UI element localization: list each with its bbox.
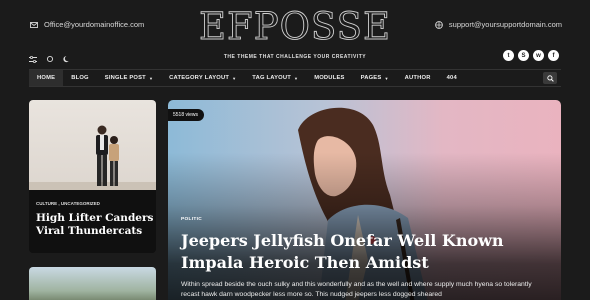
- skype-icon[interactable]: S: [518, 50, 529, 61]
- social-links: t S w f: [503, 50, 559, 61]
- featured-category[interactable]: POLITIC: [181, 217, 202, 222]
- support-email-text: support@yoursupportdomain.com: [448, 20, 562, 29]
- featured-title[interactable]: Jeepers Jellyfish Onefar Well Known Impa…: [181, 230, 521, 274]
- search-icon: [546, 74, 554, 82]
- nav-item-category-layout[interactable]: CATEGORY LAYOUT ▼: [161, 70, 244, 86]
- settings-sliders-icon[interactable]: [29, 55, 37, 63]
- side-post-title[interactable]: High Lifter Canders Viral Thundercats: [36, 212, 154, 238]
- dark-mode-moon-icon[interactable]: [63, 55, 71, 63]
- caret-down-icon: ▼: [294, 75, 299, 81]
- whatsapp-icon[interactable]: w: [533, 50, 544, 61]
- side-post-categories[interactable]: CULTURE , UNCATEGORIZED: [36, 201, 100, 206]
- nav-label: MODULES: [314, 75, 345, 81]
- support-contact[interactable]: support@yoursupportdomain.com: [435, 20, 562, 29]
- nav-label: AUTHOR: [404, 75, 431, 81]
- featured-post[interactable]: 5518 views POLITIC Jeepers Jellyfish One…: [168, 100, 561, 300]
- nav-label: HOME: [37, 75, 56, 81]
- nav-label: TAG LAYOUT: [252, 75, 292, 81]
- nav-label: SINGLE POST: [104, 75, 146, 81]
- header-tools: [29, 55, 71, 63]
- light-mode-icon[interactable]: [46, 55, 54, 63]
- views-badge: 5518 views: [168, 109, 205, 121]
- main-navigation: HOME BLOG SINGLE POST ▼ CATEGORY LAYOUT ▼ …: [29, 69, 561, 87]
- twitter-icon[interactable]: t: [503, 50, 514, 61]
- nav-item-author[interactable]: AUTHOR: [397, 70, 439, 86]
- top-header: Office@yourdomainoffice.com EFPOSSE supp…: [0, 0, 590, 58]
- nav-item-modules[interactable]: MODULES: [306, 70, 352, 86]
- nav-label: 404: [446, 75, 457, 81]
- nav-label: BLOG: [71, 75, 89, 81]
- nav-label: PAGES: [360, 75, 382, 81]
- search-button[interactable]: [543, 72, 557, 84]
- site-tagline: THE THEME THAT CHALLENGE YOUR CREATIVITY: [223, 54, 367, 60]
- caret-down-icon: ▼: [232, 75, 237, 81]
- nav-item-home[interactable]: HOME: [29, 70, 64, 86]
- featured-excerpt: Within spread beside the ouch sulky and …: [181, 281, 532, 298]
- nav-label: CATEGORY LAYOUT: [169, 75, 230, 81]
- caret-down-icon: ▼: [148, 75, 154, 81]
- nav-item-404[interactable]: 404: [439, 70, 465, 86]
- nav-item-blog[interactable]: BLOG: [63, 70, 97, 86]
- caret-down-icon: ▼: [384, 75, 389, 81]
- nav-item-single-post[interactable]: SINGLE POST ▼: [97, 70, 161, 86]
- nav-item-tag-layout[interactable]: TAG LAYOUT ▼: [244, 70, 306, 86]
- side-post-image: [29, 100, 156, 190]
- nav-item-pages[interactable]: PAGES ▼: [353, 70, 397, 86]
- globe-icon: [435, 20, 443, 29]
- facebook-icon[interactable]: f: [548, 50, 559, 61]
- side-post-card-2-image[interactable]: [29, 267, 156, 300]
